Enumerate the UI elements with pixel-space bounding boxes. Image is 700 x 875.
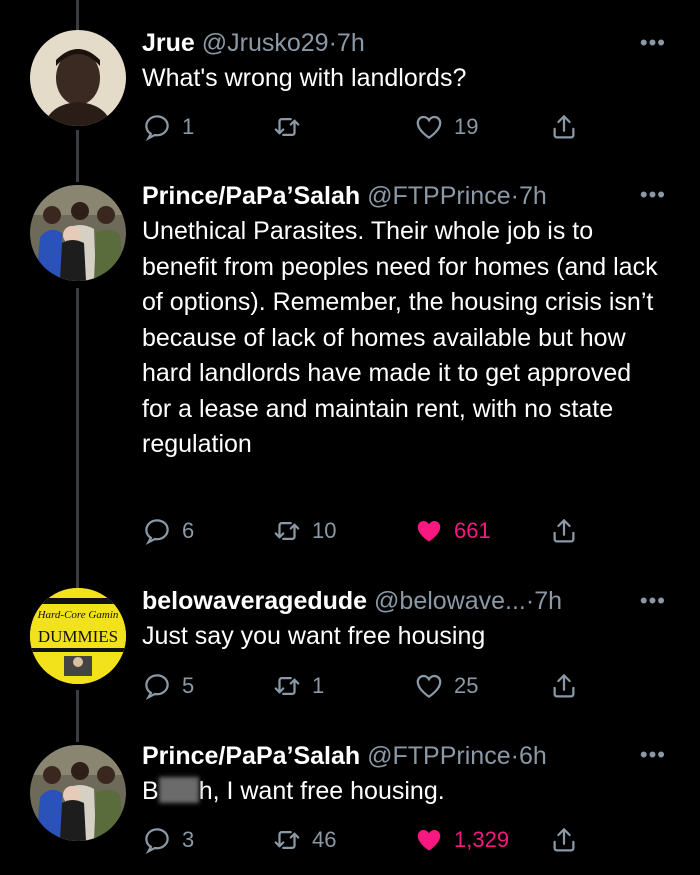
reply-icon bbox=[145, 674, 169, 700]
tweet-text-end: h, I want free housing. bbox=[198, 777, 445, 805]
author-handle[interactable]: @Jrusko29 bbox=[202, 29, 329, 57]
thread-line bbox=[76, 0, 79, 30]
retweet-icon bbox=[274, 118, 300, 136]
timestamp[interactable]: 7h bbox=[519, 182, 547, 210]
like-button[interactable]: 19 bbox=[414, 110, 478, 144]
separator-dot: · bbox=[510, 742, 519, 770]
action-bar: 5 1 25 bbox=[142, 669, 602, 703]
share-icon bbox=[553, 828, 575, 852]
thread-line bbox=[76, 130, 79, 182]
share-button[interactable] bbox=[549, 823, 579, 857]
action-bar: 3 46 1,329 bbox=[142, 823, 602, 857]
more-options-icon[interactable]: ••• bbox=[640, 30, 666, 56]
retweet-button[interactable]: 1 bbox=[272, 669, 324, 703]
group-photo-avatar-icon[interactable] bbox=[30, 185, 126, 281]
retweet-button[interactable]: 10 bbox=[272, 514, 336, 548]
group-photo-avatar-icon[interactable] bbox=[30, 745, 126, 841]
more-options-icon[interactable]: ••• bbox=[640, 742, 666, 768]
separator-dot: · bbox=[510, 182, 519, 210]
heart-filled-icon bbox=[417, 830, 441, 851]
heart-icon bbox=[416, 674, 442, 698]
author-handle[interactable]: @FTPPrince bbox=[367, 182, 510, 210]
heart-filled-icon bbox=[417, 521, 441, 542]
avatar-text-line2: DUMMIES bbox=[38, 627, 118, 646]
censor-blur bbox=[158, 777, 199, 803]
retweet-button[interactable]: 46 bbox=[272, 823, 336, 857]
share-icon bbox=[553, 674, 575, 698]
reply-button[interactable]: 3 bbox=[142, 823, 194, 857]
separator-dot: · bbox=[525, 587, 535, 615]
author-name[interactable]: Jrue bbox=[142, 29, 195, 57]
reply-button[interactable]: 6 bbox=[142, 514, 194, 548]
retweet-count: 10 bbox=[312, 518, 337, 543]
share-icon bbox=[553, 115, 575, 139]
tweet-text: What's wrong with landlords? bbox=[142, 64, 467, 92]
more-options-icon[interactable]: ••• bbox=[640, 588, 666, 614]
avatar-text-line1: Hard-Core Gamin bbox=[37, 609, 119, 621]
timestamp[interactable]: 7h bbox=[337, 29, 365, 57]
retweet-button[interactable] bbox=[272, 110, 312, 144]
author-handle[interactable]: @belowave... bbox=[374, 587, 526, 615]
retweet-icon bbox=[274, 522, 300, 540]
retweet-count: 46 bbox=[312, 827, 337, 852]
retweet-count: 1 bbox=[312, 673, 325, 698]
tweet-text: Just say you want free housing bbox=[142, 622, 486, 650]
person-avatar-icon[interactable] bbox=[30, 30, 126, 126]
like-count: 19 bbox=[454, 114, 479, 139]
reply-icon bbox=[145, 828, 169, 854]
author-name[interactable]: Prince/PaPa’Salah bbox=[142, 742, 360, 770]
like-count: 1,329 bbox=[454, 827, 510, 852]
reply-icon bbox=[145, 115, 169, 141]
tweet-text: Unethical Parasites. Their whole job is … bbox=[142, 217, 658, 458]
share-icon bbox=[553, 519, 575, 543]
like-button[interactable]: 661 bbox=[414, 514, 491, 548]
thread-line bbox=[76, 690, 79, 742]
like-count: 661 bbox=[454, 518, 491, 543]
reply-icon bbox=[145, 519, 169, 545]
retweet-icon bbox=[274, 831, 300, 849]
reply-button[interactable]: 5 bbox=[142, 669, 194, 703]
share-button[interactable] bbox=[549, 514, 579, 548]
timestamp[interactable]: 6h bbox=[519, 742, 547, 770]
share-button[interactable] bbox=[549, 110, 579, 144]
heart-icon bbox=[416, 115, 442, 139]
retweet-icon bbox=[274, 677, 300, 695]
separator-dot: · bbox=[328, 29, 337, 57]
author-name[interactable]: belowaveragedude bbox=[142, 587, 367, 615]
author-name[interactable]: Prince/PaPa’Salah bbox=[142, 182, 360, 210]
author-handle[interactable]: @FTPPrince bbox=[367, 742, 510, 770]
more-options-icon[interactable]: ••• bbox=[640, 182, 666, 208]
reply-count: 5 bbox=[182, 673, 195, 698]
reply-count: 1 bbox=[182, 114, 195, 139]
like-count: 25 bbox=[454, 673, 479, 698]
book-cover-avatar-icon[interactable]: Hard-Core Gamin DUMMIES bbox=[30, 588, 126, 684]
reply-count: 3 bbox=[182, 827, 195, 852]
share-button[interactable] bbox=[549, 669, 579, 703]
action-bar: 1 19 bbox=[142, 110, 602, 144]
like-button[interactable]: 1,329 bbox=[414, 823, 509, 857]
tweet-text-start: B bbox=[142, 777, 159, 805]
tweet-text: Bh, I want free housing. bbox=[142, 774, 660, 810]
thread-line bbox=[76, 288, 79, 588]
timestamp[interactable]: 7h bbox=[534, 587, 562, 615]
like-button[interactable]: 25 bbox=[414, 669, 478, 703]
reply-count: 6 bbox=[182, 518, 195, 543]
reply-button[interactable]: 1 bbox=[142, 110, 194, 144]
action-bar: 6 10 661 bbox=[142, 514, 602, 548]
